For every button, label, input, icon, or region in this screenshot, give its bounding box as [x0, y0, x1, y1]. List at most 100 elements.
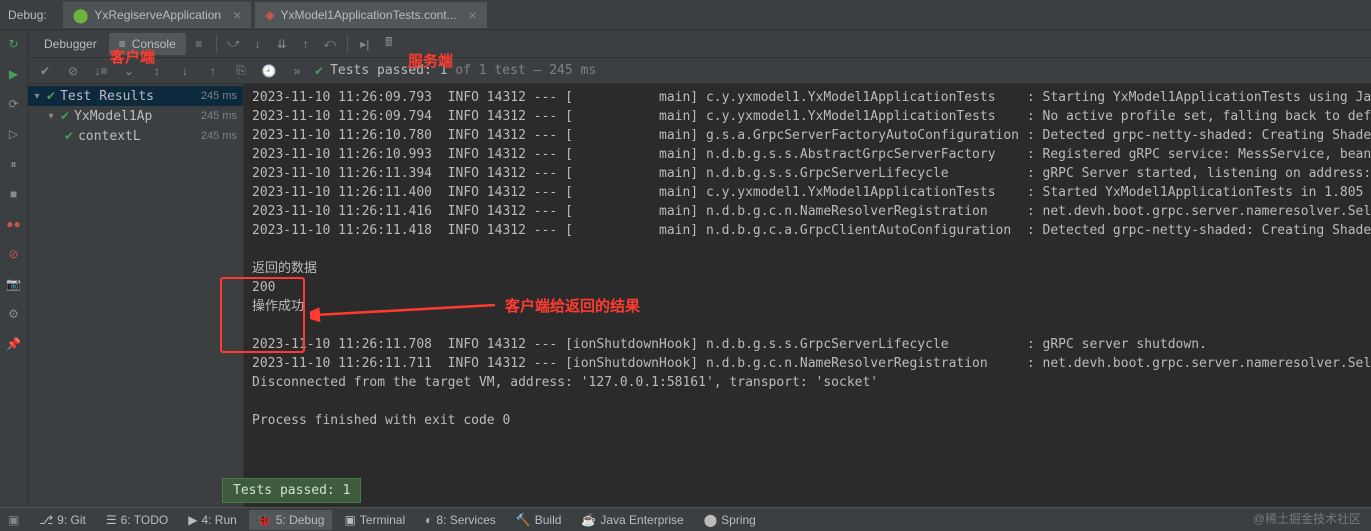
step-into-icon[interactable]: ↓ [247, 33, 269, 55]
more-icon[interactable]: ≡ [188, 33, 210, 55]
force-step-into-icon[interactable]: ⇊ [271, 33, 293, 55]
console-tab[interactable]: ≡ Console [109, 33, 186, 55]
bug-icon: 🐞 [257, 513, 272, 527]
status-run[interactable]: ▶ 4: Run [180, 510, 245, 530]
run-tab-label: YxRegiserveApplication [94, 8, 221, 22]
status-todo[interactable]: ☰ 6: TODO [98, 510, 176, 530]
status-terminal[interactable]: ▣ Terminal [336, 510, 413, 530]
run-to-cursor-icon[interactable]: ▸| [354, 33, 376, 55]
export-icon[interactable]: ⎘ [230, 60, 252, 82]
status-build[interactable]: 🔨 Build [508, 510, 570, 530]
watermark: @稀土掘金技术社区 [1253, 510, 1361, 527]
more-icon[interactable]: » [286, 60, 308, 82]
debug-sub-toolbar: Debugger ≡ Console ≡ ⤻ ↓ ⇊ ↑ ⤺ ▸| 🖩 [28, 30, 1371, 58]
drop-frame-icon[interactable]: ⤺ [319, 33, 341, 55]
tree-node-time: 245 ms [201, 130, 243, 142]
rerun-icon[interactable]: ↻ [6, 36, 22, 52]
resume-icon[interactable]: ▷ [6, 126, 22, 142]
tool-window-icon[interactable]: ▣ [8, 513, 19, 527]
next-icon[interactable]: ↓ [174, 60, 196, 82]
evaluate-icon[interactable]: 🖩 [378, 33, 400, 55]
build-icon: 🔨 [516, 513, 531, 527]
status-debug[interactable]: 🐞 5: Debug [249, 510, 333, 530]
step-out-icon[interactable]: ↑ [295, 33, 317, 55]
close-icon[interactable]: × [233, 7, 241, 23]
tree-node-label: contextL [78, 129, 141, 144]
run-tab-yxmodel-tests[interactable]: ◆ YxModel1ApplicationTests.cont... × [255, 2, 487, 28]
run-icon: ▶ [188, 513, 197, 527]
spring-icon: ⬤ [704, 513, 717, 527]
status-services-label: 8: Services [436, 513, 495, 527]
rerun-failed-icon[interactable]: ▶ [6, 66, 22, 82]
mute-breakpoints-icon[interactable]: ⊘ [6, 246, 22, 262]
ok-icon: ✔ [60, 109, 70, 123]
show-ignored-icon[interactable]: ⊘ [62, 60, 84, 82]
tree-node-time: 245 ms [201, 90, 243, 102]
run-tab-label: YxModel1ApplicationTests.cont... [281, 8, 457, 22]
ok-icon: ✔ [46, 89, 56, 103]
tree-root-row[interactable]: ▾ ✔ Test Results 245 ms [28, 86, 243, 106]
tree-node-time: 245 ms [201, 110, 243, 122]
console-tab-label: Console [132, 37, 176, 51]
run-tab-regiserve[interactable]: ⬤ YxRegiserveApplication × [63, 2, 252, 28]
status-spring-label: Spring [721, 513, 756, 527]
debugger-tab[interactable]: Debugger [34, 33, 107, 55]
tree-node-row[interactable]: ▾ ✔ YxModel1Ap 245 ms [28, 106, 243, 126]
toggle-auto-test-icon[interactable]: ⟳ [6, 96, 22, 112]
settings-icon[interactable]: ⚙ [6, 306, 22, 322]
status-debug-label: 5: Debug [276, 513, 325, 527]
debug-label: Debug: [8, 8, 59, 22]
status-check-icon: ✔ [314, 64, 324, 78]
tests-passed-count: Tests passed: 1 [330, 63, 447, 78]
console-output[interactable]: 2023-11-10 11:26:09.793 INFO 14312 --- [… [244, 84, 1371, 507]
todo-icon: ☰ [106, 513, 117, 527]
test-control-row: ✔ ⊘ ↓≡ ⌄ ↕ ↓ ↑ ⎘ 🕘 » ✔ Tests passed: 1 o… [28, 58, 1371, 84]
terminal-icon: ▣ [344, 513, 355, 527]
git-icon: ⎇ [39, 513, 53, 527]
pause-icon[interactable]: ⏸ [6, 156, 22, 172]
test-tree: ▾ ✔ Test Results 245 ms ▾ ✔ YxModel1Ap 2… [28, 84, 244, 507]
chevron-down-icon[interactable]: ▾ [32, 91, 42, 102]
status-build-label: Build [535, 513, 562, 527]
tests-passed-balloon: Tests passed: 1 [222, 478, 361, 503]
status-terminal-label: Terminal [360, 513, 405, 527]
test-icon: ◆ [265, 8, 274, 22]
services-icon: ◐ [425, 513, 432, 527]
status-run-label: 4: Run [201, 513, 236, 527]
console-icon: ≡ [119, 37, 126, 51]
tree-leaf-row[interactable]: ✔ contextL 245 ms [28, 126, 243, 146]
close-icon[interactable]: × [469, 7, 477, 23]
tree-node-label: YxModel1Ap [74, 109, 152, 124]
camera-icon[interactable]: 📷 [6, 276, 22, 292]
status-spring[interactable]: ⬤ Spring [696, 510, 764, 530]
debug-gutter: ↻ ▶ ⟳ ▷ ⏸ ■ ●● ⊘ 📷 ⚙ 📌 [0, 30, 28, 507]
divider [347, 35, 348, 53]
spring-leaf-icon: ⬤ [73, 7, 89, 24]
tests-status-text: Tests passed: 1 of 1 test – 245 ms [330, 63, 596, 78]
tree-node-label: Test Results [60, 89, 154, 104]
divider [216, 35, 217, 53]
stop-icon[interactable]: ■ [6, 186, 22, 202]
debug-tabbar: Debug: ⬤ YxRegiserveApplication × ◆ YxMo… [0, 0, 1371, 30]
status-git[interactable]: ⎇ 9: Git [31, 510, 94, 530]
sort-icon[interactable]: ↓≡ [90, 60, 112, 82]
show-passed-icon[interactable]: ✔ [34, 60, 56, 82]
expand-icon[interactable]: ↕ [146, 60, 168, 82]
status-git-label: 9: Git [57, 513, 86, 527]
status-bar: ▣ ⎇ 9: Git ☰ 6: TODO ▶ 4: Run 🐞 5: Debug ▣ Te… [0, 507, 1371, 531]
status-javaee[interactable]: ☕ Java Enterprise [573, 510, 691, 530]
filter-icon[interactable]: ⌄ [118, 60, 140, 82]
status-javaee-label: Java Enterprise [600, 513, 683, 527]
status-services[interactable]: ◐ 8: Services [417, 510, 504, 530]
java-icon: ☕ [581, 513, 596, 527]
ok-icon: ✔ [64, 129, 74, 143]
pin-icon[interactable]: 📌 [6, 336, 22, 352]
chevron-down-icon[interactable]: ▾ [46, 111, 56, 122]
view-breakpoints-icon[interactable]: ●● [6, 216, 22, 232]
prev-icon[interactable]: ↑ [202, 60, 224, 82]
status-todo-label: 6: TODO [121, 513, 169, 527]
history-icon[interactable]: 🕘 [258, 60, 280, 82]
debugger-tab-label: Debugger [44, 37, 97, 51]
tests-total-dim: of 1 test – 245 ms [447, 63, 596, 78]
step-over-icon[interactable]: ⤻ [223, 33, 245, 55]
